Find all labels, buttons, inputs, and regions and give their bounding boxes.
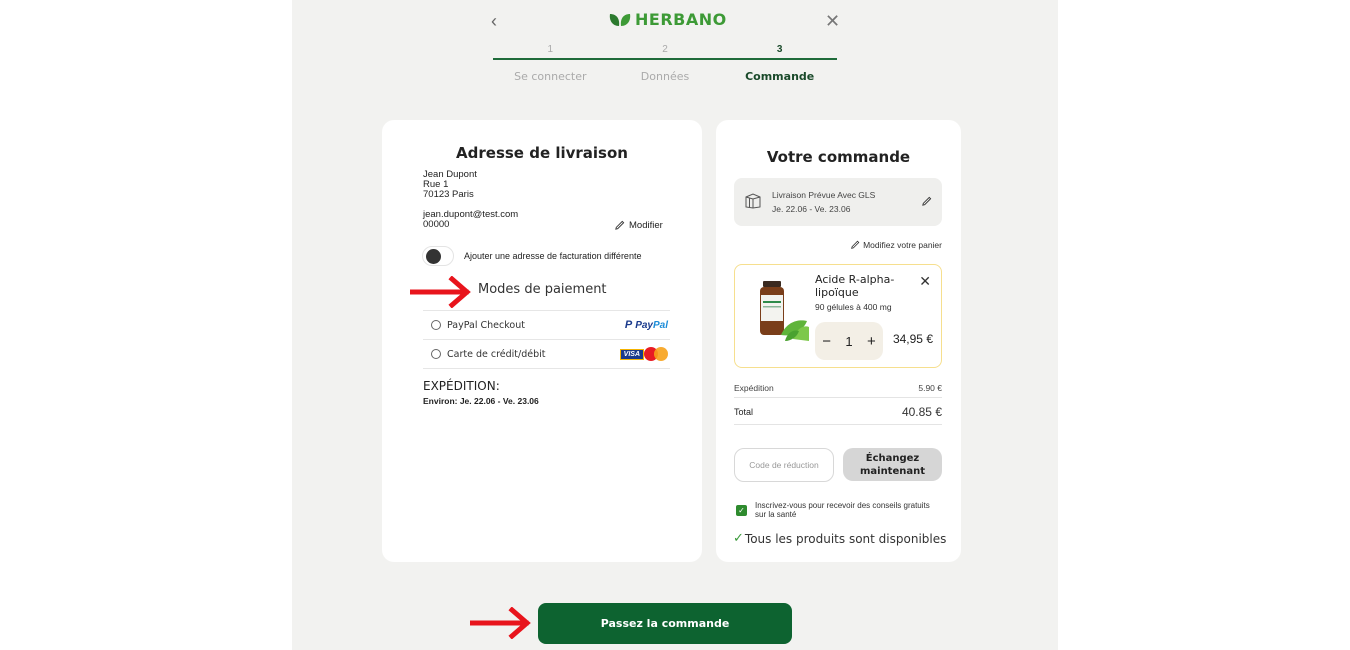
order-title: Votre commande bbox=[766, 148, 911, 166]
billing-toggle-row: Ajouter une adresse de facturation diffé… bbox=[422, 246, 641, 266]
availability-status: ✓ Tous les produits sont disponibles bbox=[733, 531, 946, 546]
delivery-dates: Je. 22.06 - Ve. 23.06 bbox=[772, 204, 851, 214]
shipping-address-title: Adresse de livraison bbox=[456, 144, 628, 162]
card-label: Carte de crédit/débit bbox=[447, 348, 546, 360]
annotation-arrow-icon bbox=[410, 276, 471, 308]
product-name: Acide R-alpha-lipoïque bbox=[815, 273, 895, 299]
newsletter-optin: ✓ Inscrivez-vous pour recevoir des conse… bbox=[736, 501, 936, 519]
product-subtitle: 90 gélules à 400 mg bbox=[815, 302, 892, 312]
visa-mastercard-logo-icon: VISA bbox=[619, 347, 670, 361]
contact-block: jean.dupont@test.com 00000 bbox=[423, 210, 518, 230]
total-value: 40.85 € bbox=[901, 404, 942, 419]
place-order-button[interactable]: Passez la commande bbox=[538, 603, 792, 644]
shipping-cost-label: Expédition bbox=[734, 382, 774, 393]
card-radio[interactable] bbox=[431, 349, 441, 359]
product-image bbox=[737, 277, 809, 341]
address-city: 70123 Paris bbox=[423, 189, 474, 200]
newsletter-checkbox[interactable]: ✓ bbox=[736, 505, 747, 516]
remove-item-close-icon[interactable]: ✕ bbox=[919, 273, 931, 290]
paypal-logo-icon: P PayPal bbox=[624, 319, 668, 331]
shipping-cost-row: Expédition 5.90 € bbox=[734, 378, 942, 398]
quantity-stepper: − 1 + bbox=[815, 322, 883, 360]
payment-methods-title: Modes de paiement bbox=[478, 282, 607, 297]
modify-address-label: Modifier bbox=[629, 220, 663, 231]
address-phone: 00000 bbox=[423, 219, 450, 230]
step-2-number: 2 bbox=[662, 44, 668, 55]
cart-item: Acide R-alpha-lipoïque 90 gélules à 400 … bbox=[734, 264, 942, 368]
shipping-cost-value: 5.90 € bbox=[918, 382, 942, 393]
step-3-number: 3 bbox=[776, 44, 783, 55]
checkmark-icon: ✓ bbox=[733, 531, 744, 546]
brand-logo: HERBANO bbox=[609, 10, 727, 29]
payment-option-card[interactable]: Carte de crédit/débit VISA bbox=[423, 340, 670, 369]
address-block: Jean Dupont Rue 1 70123 Paris bbox=[423, 170, 477, 200]
paypal-label: PayPal Checkout bbox=[447, 319, 525, 331]
brand-name: HERBANO bbox=[635, 10, 727, 29]
checkout-stepper: 1 2 3 Se connecter Données Commande bbox=[493, 44, 837, 83]
shipping-address-card: Adresse de livraison Jean Dupont Rue 1 7… bbox=[382, 120, 702, 562]
close-button[interactable]: ✕ bbox=[825, 11, 840, 32]
redeem-coupon-button[interactable]: Échangez maintenant bbox=[843, 448, 942, 481]
payment-option-paypal[interactable]: PayPal Checkout P PayPal bbox=[423, 311, 670, 340]
delivery-carrier: Livraison Prévue Avec GLS bbox=[772, 190, 876, 200]
edit-delivery-pencil-icon[interactable] bbox=[921, 196, 932, 207]
total-label: Total bbox=[734, 406, 754, 417]
coupon-code-input[interactable] bbox=[734, 448, 834, 482]
package-icon bbox=[745, 193, 761, 209]
quantity-value: 1 bbox=[845, 333, 853, 349]
annotation-arrow-icon bbox=[470, 607, 531, 639]
availability-text: Tous les produits sont disponibles bbox=[744, 531, 947, 546]
step-2-label[interactable]: Données bbox=[608, 70, 723, 83]
decrease-quantity-button[interactable]: − bbox=[822, 333, 831, 350]
modify-cart-link[interactable]: Modifiez votre panier bbox=[850, 240, 942, 250]
step-1-label[interactable]: Se connecter bbox=[493, 70, 608, 83]
expedition-estimate: Environ: Je. 22.06 - Ve. 23.06 bbox=[423, 396, 539, 406]
billing-toggle-label: Ajouter une adresse de facturation diffé… bbox=[464, 251, 642, 261]
step-3-label: Commande bbox=[745, 70, 815, 83]
newsletter-label: Inscrivez-vous pour recevoir des conseil… bbox=[755, 501, 930, 519]
leaf-icon bbox=[609, 13, 631, 26]
modify-cart-label: Modifiez votre panier bbox=[863, 240, 942, 250]
pencil-icon bbox=[851, 240, 860, 249]
total-row: Total 40.85 € bbox=[734, 399, 942, 425]
paypal-radio[interactable] bbox=[431, 320, 441, 330]
modify-address-button[interactable]: Modifier bbox=[614, 220, 663, 231]
pencil-icon bbox=[615, 220, 625, 230]
product-price: 34,95 € bbox=[892, 332, 933, 346]
payment-methods-list: PayPal Checkout P PayPal Carte de crédit/… bbox=[423, 310, 670, 369]
billing-address-toggle[interactable] bbox=[422, 246, 454, 266]
increase-quantity-button[interactable]: + bbox=[867, 333, 876, 350]
delivery-info-box: Livraison Prévue Avec GLS Je. 22.06 - Ve… bbox=[734, 178, 942, 226]
expedition-title: EXPÉDITION: bbox=[423, 379, 500, 393]
step-progress-bar bbox=[493, 58, 837, 60]
back-button[interactable]: ‹ bbox=[491, 11, 497, 32]
order-summary-card: Votre commande Livraison Prévue Avec GLS… bbox=[716, 120, 961, 562]
step-1-number: 1 bbox=[547, 44, 554, 55]
